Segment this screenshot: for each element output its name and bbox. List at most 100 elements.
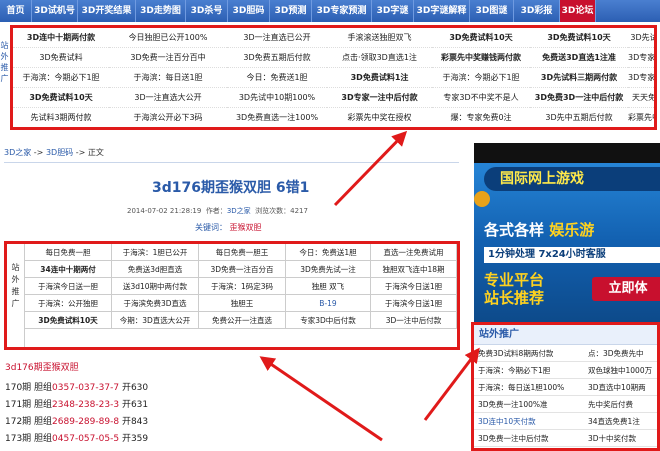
top-link[interactable]: 3D一注直选已公开: [227, 28, 327, 48]
promo-link[interactable]: 于海滨：每日送1胆100%: [474, 379, 584, 396]
views-count: 4217: [290, 207, 308, 215]
breadcrumb-home-link[interactable]: 3D之家: [4, 148, 31, 157]
promo-link[interactable]: 免费3D试料8期两付款: [474, 345, 584, 362]
top-link[interactable]: 3D免费试料1注: [327, 68, 432, 88]
author-link[interactable]: 3D之家: [227, 207, 251, 215]
top-link[interactable]: 彩票先中奖赚钱两付款: [432, 48, 530, 68]
mid-link[interactable]: 3D免费一注百分百: [199, 261, 286, 278]
mid-link[interactable]: 每日免费一胆王: [199, 244, 286, 261]
mid-link[interactable]: 免费公开一注直选: [199, 312, 286, 329]
top-link[interactable]: 3D免费试料: [13, 48, 109, 68]
ad-banner[interactable]: 国际网上游戏 各式各样 娱乐游 1分钟处理 7x24小时客服 专业平台 站长推荐 …: [474, 143, 660, 323]
top-link[interactable]: 3D免费试料10天: [432, 28, 530, 48]
promo-link[interactable]: 3D免费一注中后付款: [474, 430, 584, 447]
promo-link[interactable]: 点：3D免费先中: [584, 345, 657, 362]
mid-link[interactable]: 独胆王: [199, 295, 286, 312]
mid-link[interactable]: 于海滨：1码定3码: [199, 278, 286, 295]
top-link[interactable]: 天天免费: [628, 88, 654, 108]
mid-links-box: 站外推广 每日免费一胆 于海滨：1胆已公开 每日免费一胆王 今日：免费送1胆 直选一注免…: [4, 241, 460, 350]
mid-link[interactable]: 今期：3D直选大公开: [112, 312, 199, 329]
promo-link[interactable]: 先中奖后付费: [584, 396, 657, 413]
top-link[interactable]: 3D先试料: [628, 28, 654, 48]
promo-link[interactable]: 3D十中奖付款: [584, 430, 657, 447]
top-link[interactable]: 3D一注直选大公开: [109, 88, 227, 108]
top-link[interactable]: 手滚滚送独胆双飞: [327, 28, 432, 48]
top-link[interactable]: 彩票先中奖在授权: [327, 108, 432, 127]
top-link[interactable]: 于海滨：每日送1胆: [109, 68, 227, 88]
top-link[interactable]: 免费送3D直选1注准: [530, 48, 628, 68]
top-link[interactable]: 3D专家一注中后付款: [327, 88, 432, 108]
mid-link[interactable]: 34连中十期两付: [25, 261, 112, 278]
period-result: 开359: [121, 434, 149, 444]
mid-link[interactable]: 专家3D中后付款: [286, 312, 371, 329]
top-link[interactable]: 专家3D不中奖不是人: [432, 88, 530, 108]
top-link[interactable]: 3D先中五期后付款: [530, 108, 628, 127]
nav-item[interactable]: 3D杀号: [186, 0, 228, 22]
mid-link[interactable]: 3D免费先试一注: [286, 261, 371, 278]
mid-link[interactable]: 于海滨：公开独胆: [25, 295, 112, 312]
nav-item[interactable]: 3D开奖结果: [78, 0, 136, 22]
top-link[interactable]: 于海滨公开必下3码: [109, 108, 227, 127]
top-link[interactable]: 3D专家一注: [628, 48, 654, 68]
top-link[interactable]: 3D免费五期后付款: [227, 48, 327, 68]
nav-item[interactable]: 3D走势图: [136, 0, 186, 22]
top-link[interactable]: 3D先试料三期两付款: [530, 68, 628, 88]
nav-item[interactable]: 3D预测: [270, 0, 312, 22]
promo-link[interactable]: 34直选免费1注: [584, 413, 657, 430]
mid-link[interactable]: 每日免费一胆: [25, 244, 112, 261]
mid-link[interactable]: 于海滨今日送一胆: [25, 278, 112, 295]
ad-cta-button[interactable]: 立即体: [592, 277, 660, 301]
nav-item[interactable]: 3D彩报: [514, 0, 560, 22]
top-link[interactable]: 3D免费直选一注100%: [227, 108, 327, 127]
top-link[interactable]: 3D免费3D一注中后付款: [530, 88, 628, 108]
top-link[interactable]: 3D先试中10期100%: [227, 88, 327, 108]
mid-link[interactable]: 于海滨今日送1胆: [371, 278, 457, 295]
mid-link[interactable]: 今日：免费送1胆: [286, 244, 371, 261]
nav-item[interactable]: 3D字谜解释: [414, 0, 470, 22]
top-links-box: 3D连中十期两付款 今日独胆已公开100% 3D一注直选已公开 手滚滚送独胆双飞 3D免…: [10, 25, 657, 130]
ad-line-2a: 各式各样: [484, 221, 545, 239]
promo-link[interactable]: 3D连中10天付款: [474, 413, 584, 430]
promo-link[interactable]: 于海滨：今期必下1胆: [474, 362, 584, 379]
mid-link[interactable]: 直选一注免费试用: [371, 244, 457, 261]
arrow-to-mid-box: [259, 356, 383, 442]
top-link[interactable]: 3D免费试料10天: [530, 28, 628, 48]
top-link[interactable]: 彩票先中奖: [628, 108, 654, 127]
mid-link[interactable]: 送3d10期中两付款: [112, 278, 199, 295]
keyword-link[interactable]: 歪猴双胆: [230, 223, 262, 232]
nav-item[interactable]: 3D字谜: [372, 0, 414, 22]
nav-item[interactable]: 3D专家预测: [312, 0, 372, 22]
top-link[interactable]: 今日：免费送1胆: [227, 68, 327, 88]
mid-link[interactable]: 免费送3d胆直选: [112, 261, 199, 278]
nav-item[interactable]: 3D试机号: [32, 0, 78, 22]
article-date: 2014-07-02 21:28:19: [127, 207, 202, 215]
top-link[interactable]: 今日独胆已公开100%: [109, 28, 227, 48]
breadcrumb-section-link[interactable]: 3D胆码: [46, 148, 73, 157]
nav-item[interactable]: 首页: [0, 0, 32, 22]
promo-link[interactable]: 双色球独中1000万: [584, 362, 657, 379]
nav-item[interactable]: 3D论坛: [560, 0, 596, 22]
promo-link[interactable]: 3D直选中10期两: [584, 379, 657, 396]
top-link[interactable]: 爆：专家免费0注: [432, 108, 530, 127]
top-link[interactable]: 3D专家一注: [628, 68, 654, 88]
top-link[interactable]: 3D免费一注百分百中: [109, 48, 227, 68]
mid-side-label: 站外推广: [7, 244, 25, 347]
top-link[interactable]: 于海滨：今期必下1胆: [432, 68, 530, 88]
top-link[interactable]: 3D免费试料10天: [13, 88, 109, 108]
nav-item[interactable]: 3D图谜: [470, 0, 514, 22]
mid-link[interactable]: B-19: [286, 295, 371, 312]
top-link[interactable]: 3D连中十期两付款: [13, 28, 109, 48]
mid-link[interactable]: 于海滨免费3D直选: [112, 295, 199, 312]
mid-link[interactable]: 3D一注中后付款: [371, 312, 457, 329]
top-link[interactable]: 于海滨：今期必下1胆: [13, 68, 109, 88]
mid-link[interactable]: 于海滨今日送1胆: [371, 295, 457, 312]
top-link[interactable]: 点击·领取3D直选1注: [327, 48, 432, 68]
coin-icon: [474, 191, 490, 207]
promo-link[interactable]: 3D免费一注100%准: [474, 396, 584, 413]
mid-link[interactable]: 独胆 双飞: [286, 278, 371, 295]
mid-link[interactable]: 于海滨：1胆已公开: [112, 244, 199, 261]
top-link[interactable]: 先试料3期两付款: [13, 108, 109, 127]
nav-item[interactable]: 3D胆码: [228, 0, 270, 22]
mid-link[interactable]: 独胆双飞连中18期: [371, 261, 457, 278]
mid-link[interactable]: 3D免费试料10天: [25, 312, 112, 329]
